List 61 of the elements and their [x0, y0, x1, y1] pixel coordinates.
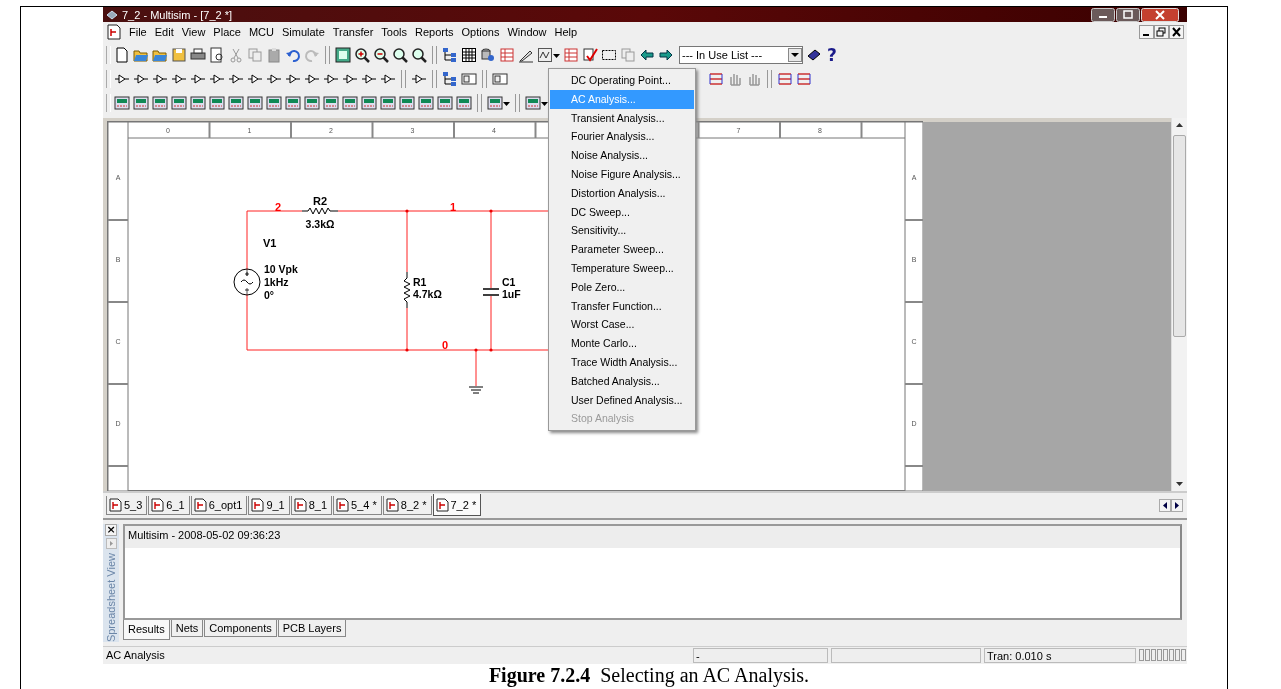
- spreadsheet-tab[interactable]: Results: [123, 619, 170, 640]
- component-value: 1uF: [502, 288, 521, 301]
- menu-item[interactable]: Help: [550, 26, 582, 39]
- menu-item[interactable]: DC Operating Point...: [550, 71, 694, 90]
- menu-item[interactable]: File: [125, 26, 151, 39]
- component-value: 3.3kΩ: [305, 218, 335, 231]
- menu-item[interactable]: Reports: [411, 26, 458, 39]
- menu-item[interactable]: View: [177, 26, 210, 39]
- net-label: 1: [449, 201, 457, 214]
- log-entry: Multisim - 2008-05-02 09:36:23: [125, 525, 1180, 548]
- figure-caption: Figure 7.2.4 Selecting an AC Analysis.: [487, 664, 811, 687]
- menu-item[interactable]: Monte Carlo...: [550, 334, 694, 353]
- design-tab[interactable]: 5_3: [106, 495, 148, 515]
- menu-item[interactable]: Sensitivity...: [550, 221, 694, 241]
- component-value: 10 Vpk: [264, 263, 298, 276]
- simulation-time: Tran: 0.010 s: [984, 647, 1136, 663]
- menu-item[interactable]: DC Sweep...: [550, 202, 694, 222]
- close-panel-button[interactable]: ×: [105, 523, 117, 536]
- component-value: 0°: [264, 289, 275, 302]
- menu-item[interactable]: Temperature Sweep...: [550, 258, 694, 278]
- design-tab[interactable]: 6_1: [148, 495, 190, 515]
- component-value: 1kHz: [264, 276, 289, 289]
- status-message: AC Analysis: [105, 649, 166, 662]
- menu-item[interactable]: Window: [503, 26, 551, 39]
- menu-item[interactable]: Tools: [377, 26, 411, 39]
- status-field: -: [693, 647, 828, 663]
- window-title: 7_2 - Multisim - [7_2 *]: [122, 8, 233, 21]
- menu-item[interactable]: Edit: [150, 26, 178, 39]
- net-label: 2: [274, 201, 282, 214]
- design-tab[interactable]: 5_4 *: [333, 495, 382, 515]
- menu-item[interactable]: MCU: [244, 26, 278, 39]
- design-tab[interactable]: 9_1: [248, 495, 290, 515]
- component-label: C1: [502, 276, 516, 289]
- menu-item[interactable]: Transient Analysis...: [550, 108, 694, 128]
- menu-item[interactable]: Transfer Function...: [550, 296, 694, 316]
- panel-title: Spreadsheet View: [105, 552, 117, 642]
- menu-item[interactable]: User Defined Analysis...: [550, 390, 694, 410]
- menu-item[interactable]: Parameter Sweep...: [550, 240, 694, 259]
- menu-item[interactable]: Noise Analysis...: [550, 146, 694, 165]
- menu-item[interactable]: Fourier Analysis...: [550, 127, 694, 147]
- menu-item[interactable]: Distortion Analysis...: [550, 183, 694, 203]
- menu-item[interactable]: Place: [209, 26, 245, 39]
- menu-item[interactable]: Pole Zero...: [550, 277, 694, 297]
- help-button[interactable]: ?: [825, 47, 839, 64]
- component-label: R2: [312, 195, 328, 208]
- design-tab[interactable]: 8_2 *: [382, 495, 432, 515]
- design-tab[interactable]: 7_2 *: [432, 494, 482, 517]
- component-label: V1: [263, 237, 277, 250]
- menu-item[interactable]: Simulate: [277, 26, 329, 39]
- component-label: R1: [413, 276, 427, 289]
- component-value: 4.7kΩ: [413, 288, 442, 301]
- design-tab[interactable]: 6_opt1: [190, 495, 248, 515]
- design-tab[interactable]: 8_1: [290, 495, 333, 515]
- menu-item[interactable]: Batched Analysis...: [550, 371, 694, 391]
- menu-item[interactable]: Trace Width Analysis...: [550, 352, 694, 372]
- menu-item[interactable]: Worst Case...: [550, 315, 694, 335]
- menu-item[interactable]: Options: [457, 26, 504, 39]
- menu-item[interactable]: Transfer: [328, 26, 378, 39]
- menu-item[interactable]: Noise Figure Analysis...: [550, 165, 694, 184]
- in-use-list-dropdown[interactable]: --- In Use List ---: [679, 46, 803, 65]
- net-label: 0: [441, 339, 449, 352]
